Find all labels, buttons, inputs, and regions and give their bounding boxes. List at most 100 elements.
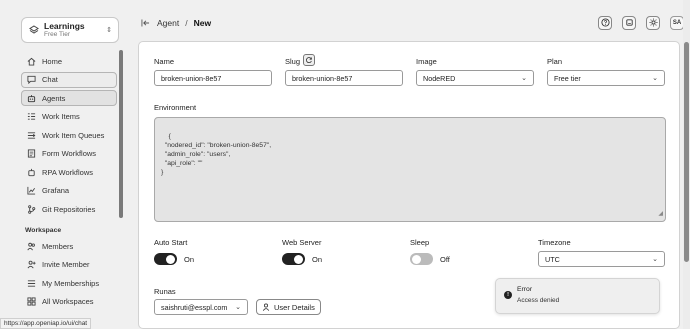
environment-textarea[interactable]: { "nodered_id": "broken-union-8e57", "ad… xyxy=(154,117,666,222)
timezone-label: Timezone xyxy=(538,238,571,247)
chevron-down-icon: ⌄ xyxy=(521,75,527,82)
nav-agents[interactable]: Agents xyxy=(21,90,117,106)
workspace-heading: Workspace xyxy=(25,227,62,234)
collapse-sidebar-icon[interactable] xyxy=(141,19,150,27)
toggle-knob xyxy=(294,254,303,264)
org-name: Learnings xyxy=(44,20,85,31)
bot-button[interactable] xyxy=(622,16,636,30)
image-label: Image xyxy=(416,57,437,66)
regenerate-slug-button[interactable] xyxy=(303,54,315,66)
page-scrollbar-thumb[interactable] xyxy=(684,42,689,262)
nav-my-memberships[interactable]: My Memberships xyxy=(21,275,117,291)
nav-label: Work Item Queues xyxy=(42,130,105,140)
nav-invite-member[interactable]: Invite Member xyxy=(21,257,117,273)
user-details-button[interactable]: User Details xyxy=(256,299,321,315)
workspace-nav: Members Invite Member My Memberships All… xyxy=(21,238,117,312)
resize-handle-icon[interactable]: ◢ xyxy=(658,210,663,219)
image-select[interactable]: NodeRED ⌄ xyxy=(416,70,534,86)
nav-chat[interactable]: Chat xyxy=(21,71,117,88)
work-items-icon xyxy=(26,112,36,122)
breadcrumb-agent[interactable]: Agent xyxy=(157,18,179,28)
name-input[interactable]: broken-union-8e57 xyxy=(154,70,272,86)
chevron-updown-icon: ⇕ xyxy=(106,27,112,34)
page-scrollbar[interactable] xyxy=(683,0,690,329)
status-url: https://app.openiap.io/ui/chat xyxy=(0,318,92,329)
environment-value: { "nodered_id": "broken-union-8e57", "ad… xyxy=(161,133,272,176)
org-tier: Free Tier xyxy=(44,31,71,39)
nav-label: Work Items xyxy=(42,112,80,121)
nav-label: Chat xyxy=(42,75,58,84)
plan-select[interactable]: Free tier ⌄ xyxy=(547,70,665,86)
image-select-value: NodeRED xyxy=(423,73,456,83)
form-icon xyxy=(26,149,36,159)
sidebar-scrollbar[interactable] xyxy=(119,50,123,218)
nav-work-item-queues[interactable]: Work Item Queues xyxy=(21,127,117,143)
sleep-label: Sleep xyxy=(410,238,430,247)
auto-start-toggle[interactable] xyxy=(154,253,177,265)
nav-git-repositories[interactable]: Git Repositories xyxy=(21,201,117,217)
toast-title: Error xyxy=(517,286,533,293)
nav-label: Agents xyxy=(42,93,66,103)
theme-toggle-button[interactable] xyxy=(646,16,660,30)
sun-icon xyxy=(648,17,658,29)
agents-icon xyxy=(26,93,36,103)
chat-icon xyxy=(26,75,36,85)
user-details-label: User Details xyxy=(274,302,315,312)
plan-label: Plan xyxy=(547,57,563,66)
nav-home[interactable]: Home xyxy=(21,53,117,69)
help-button[interactable] xyxy=(598,16,612,30)
memberships-icon xyxy=(26,278,36,288)
invite-icon xyxy=(26,260,36,270)
user-icon xyxy=(262,303,270,311)
toggle-knob xyxy=(412,254,421,264)
nav-members[interactable]: Members xyxy=(21,238,117,254)
nav-rpa-workflows[interactable]: RPA Workflows xyxy=(21,164,117,180)
home-icon xyxy=(26,56,36,66)
nav-label: My Memberships xyxy=(42,278,100,288)
nav-label: Git Repositories xyxy=(42,204,96,214)
chevron-down-icon: ⌄ xyxy=(235,304,241,311)
nav-all-workspaces[interactable]: All Workspaces xyxy=(21,294,117,310)
nav-work-items[interactable]: Work Items xyxy=(21,109,117,125)
chevron-down-icon: ⌄ xyxy=(652,75,658,82)
sleep-state: Off xyxy=(440,255,450,264)
timezone-select[interactable]: UTC ⌄ xyxy=(538,251,665,267)
breadcrumb: Agent / New xyxy=(141,18,211,28)
queues-icon xyxy=(26,130,36,140)
org-switcher[interactable]: Learnings Free Tier ⇕ xyxy=(21,17,119,43)
slug-label: Slug xyxy=(285,57,301,66)
breadcrumb-separator: / xyxy=(185,18,188,28)
nav-label: Home xyxy=(42,56,63,66)
rpa-icon xyxy=(26,167,36,177)
runas-select-value: saishruti@esspl.com xyxy=(161,302,228,312)
slug-input[interactable]: broken-union-8e57 xyxy=(285,70,403,86)
nav-form-workflows[interactable]: Form Workflows xyxy=(21,146,117,162)
nav-grafana[interactable]: Grafana xyxy=(21,183,117,199)
bot-icon xyxy=(625,18,634,29)
environment-label: Environment xyxy=(154,103,197,112)
runas-label: Runas xyxy=(154,287,176,296)
sidebar: Learnings Free Tier ⇕ Home Chat Agents W… xyxy=(0,0,128,329)
sleep-toggle[interactable] xyxy=(410,253,433,265)
nav-label: Members xyxy=(42,241,74,251)
error-icon: ! xyxy=(504,291,512,299)
nav-label: All Workspaces xyxy=(42,297,94,306)
error-toast[interactable]: ! Error Access denied xyxy=(495,278,660,314)
plan-select-value: Free tier xyxy=(554,73,581,83)
members-icon xyxy=(26,241,36,251)
nav-label: Form Workflows xyxy=(42,149,97,158)
runas-select[interactable]: saishruti@esspl.com ⌄ xyxy=(154,299,248,315)
web-server-label: Web Server xyxy=(282,238,322,247)
auto-start-state: On xyxy=(184,255,195,264)
chart-icon xyxy=(26,186,36,196)
name-label: Name xyxy=(154,57,175,66)
nav-label: RPA Workflows xyxy=(42,167,93,177)
toast-message: Access denied xyxy=(517,297,560,304)
timezone-select-value: UTC xyxy=(545,254,560,264)
user-avatar[interactable]: SA xyxy=(670,16,684,30)
top-actions: SA xyxy=(598,16,684,30)
breadcrumb-current: New xyxy=(193,18,212,28)
nav-label: Grafana xyxy=(42,186,70,195)
web-server-toggle[interactable] xyxy=(282,253,305,265)
toggle-knob xyxy=(166,254,175,264)
